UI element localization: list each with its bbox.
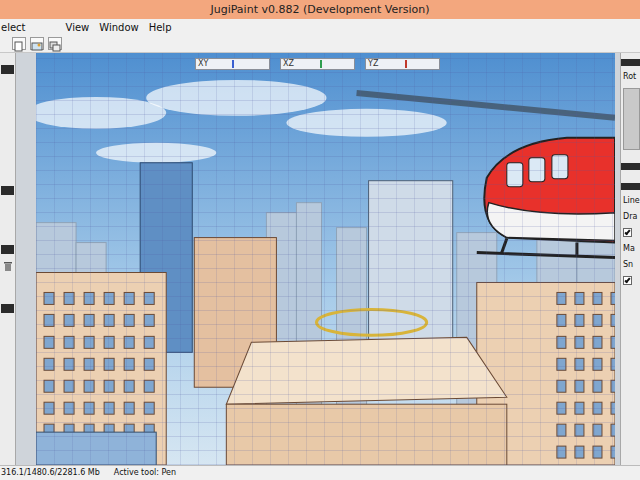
active-tool: Active tool: Pen (114, 466, 176, 480)
option-row: Dra (623, 209, 640, 225)
app-window: JugiPaint v0.882 (Development Version) el… (0, 0, 640, 480)
rotation-preview[interactable] (623, 88, 640, 150)
new-icon[interactable] (12, 37, 26, 50)
title-bar: JugiPaint v0.882 (Development Version) (0, 0, 640, 19)
rotation-label: Rot (623, 69, 640, 85)
axis-label: XY (198, 58, 208, 69)
axis-views: XY XZ YZ (195, 58, 442, 70)
panel-header[interactable] (621, 59, 640, 66)
panel-header[interactable] (1, 245, 14, 254)
checkbox[interactable] (623, 276, 632, 285)
axis-marker[interactable] (232, 60, 234, 68)
perspective-grid (36, 53, 615, 465)
axis-slider[interactable]: YZ (365, 58, 440, 70)
axis-label: YZ (368, 58, 378, 69)
panel-header[interactable] (621, 183, 640, 190)
left-panel (0, 53, 16, 465)
layers-icon[interactable] (48, 37, 62, 50)
menu-bar: elect ViewWindowHelp (0, 19, 640, 36)
panel-header[interactable] (621, 163, 640, 170)
trash-icon[interactable] (3, 258, 13, 268)
option-label: Sn (623, 260, 633, 269)
menu-item[interactable]: Window (94, 19, 143, 36)
panel-section (0, 315, 15, 361)
image-icon[interactable] (30, 37, 44, 50)
option-label: Line (623, 196, 640, 205)
axis-marker[interactable] (405, 60, 407, 68)
right-panel: Rot Line Dra Ma Sn (620, 53, 640, 465)
axis-marker[interactable] (320, 60, 322, 68)
workspace: XY XZ YZ (16, 53, 620, 465)
axis-slider[interactable]: XY (195, 58, 270, 70)
checkbox-row (623, 273, 640, 289)
panel-section (0, 256, 15, 302)
main-area: XY XZ YZ Rot Line Dra Ma Sn (0, 53, 640, 465)
menu-item[interactable]: elect (0, 19, 31, 36)
option-row: Line (623, 193, 640, 209)
menu-item[interactable]: View (61, 19, 95, 36)
option-row: Sn (623, 257, 640, 273)
menu-item[interactable]: Help (144, 19, 177, 36)
panel-header[interactable] (1, 65, 14, 74)
checkbox[interactable] (623, 228, 632, 237)
option-row: Ma (623, 241, 640, 257)
axis-slider[interactable]: XZ (280, 58, 355, 70)
drawing-canvas[interactable]: XY XZ YZ (36, 53, 615, 465)
window-title: JugiPaint v0.882 (Development Version) (210, 3, 429, 16)
memory-usage: 316.1/1480.6/2281.6 Mb (1, 466, 100, 480)
toolbar (0, 36, 640, 53)
option-label: Dra (623, 212, 637, 221)
panel-section (0, 197, 15, 243)
panel-header[interactable] (1, 304, 14, 313)
checkbox-row (623, 225, 640, 241)
status-bar: 316.1/1480.6/2281.6 Mb Active tool: Pen (0, 465, 640, 480)
axis-label: XZ (283, 58, 294, 69)
left-spacer (0, 53, 15, 63)
panel-header[interactable] (1, 186, 14, 195)
option-label: Ma (623, 244, 635, 253)
panel-section (0, 76, 15, 184)
